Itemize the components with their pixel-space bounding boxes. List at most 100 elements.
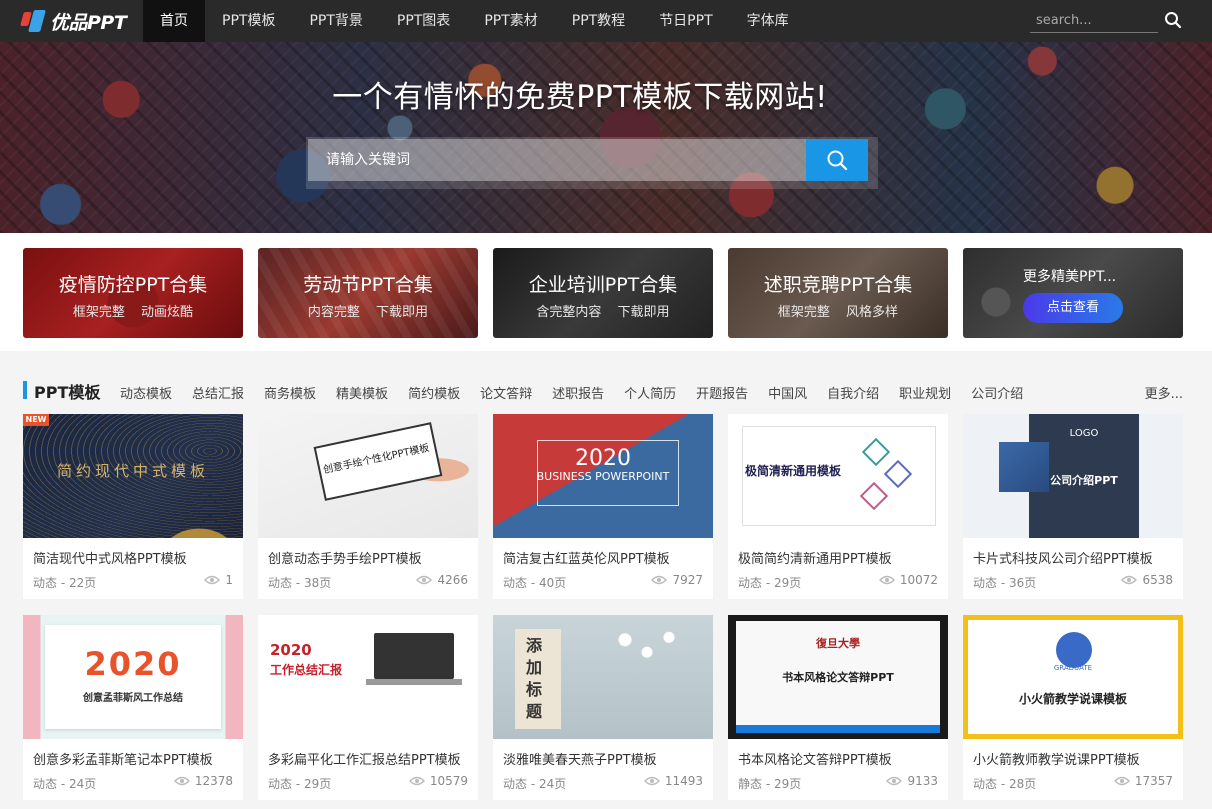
thumbnail-text: 2020 <box>84 645 182 683</box>
category-link[interactable]: 述职报告 <box>552 383 604 402</box>
hero-search-button[interactable] <box>806 139 868 181</box>
template-card[interactable]: 创意手绘个性化PPT模板 创意动态手势手绘PPT模板 动态 - 38页 4266 <box>258 414 478 599</box>
template-card[interactable]: 2020 工作总结汇报 多彩扁平化工作汇报总结PPT模板 动态 - 29页 10… <box>258 615 478 800</box>
feature-card-labor-day[interactable]: 劳动节PPT合集 内容完整 下载即用 <box>258 248 478 338</box>
template-thumbnail[interactable]: 2020 工作总结汇报 <box>258 615 478 739</box>
nav-item-ppt-tutorials[interactable]: PPT教程 <box>555 0 642 42</box>
category-link[interactable]: 开题报告 <box>696 383 748 402</box>
thumbnail-text: 简约现代中式模板 <box>56 462 209 480</box>
thumbnail-text: 书本风格论文答辩PPT <box>782 671 894 684</box>
template-title[interactable]: 创意动态手势手绘PPT模板 <box>268 548 422 567</box>
hero-search-input[interactable] <box>308 139 806 181</box>
template-thumbnail[interactable]: GRADUATE 小火箭教学说课模板 <box>963 615 1183 739</box>
feature-card-more[interactable]: 更多精美PPT... 点击查看 <box>963 248 1183 338</box>
view-count-value: 12378 <box>194 774 233 788</box>
template-title[interactable]: 极简简约清新通用PPT模板 <box>738 548 892 567</box>
nav-item-fonts[interactable]: 字体库 <box>730 0 806 42</box>
more-link[interactable]: 更多... <box>1145 383 1183 402</box>
feature-title: 述职竞聘PPT合集 <box>763 274 913 296</box>
thumbnail-text: 2020 <box>575 446 631 471</box>
template-card[interactable]: GRADUATE 小火箭教学说课模板 小火箭教师教学说课PPT模板 动态 - 2… <box>963 615 1183 800</box>
view-count: 12378 <box>173 774 233 788</box>
template-thumbnail[interactable]: LOGO 公司介绍PPT <box>963 414 1183 538</box>
rocket-badge <box>1056 632 1092 668</box>
template-meta: 动态 - 29页 <box>268 777 332 791</box>
template-title[interactable]: 简洁复古红蓝英伦风PPT模板 <box>503 548 670 567</box>
hero-banner: 一个有情怀的免费PPT模板下载网站! <box>0 42 1212 233</box>
category-link[interactable]: 精美模板 <box>336 383 388 402</box>
category-link[interactable]: 动态模板 <box>120 383 172 402</box>
nav-menu: 首页 PPT模板 PPT背景 PPT图表 PPT素材 PPT教程 节日PPT 字… <box>143 0 806 42</box>
template-meta: 动态 - 22页 <box>33 576 97 590</box>
template-title[interactable]: 多彩扁平化工作汇报总结PPT模板 <box>268 749 461 768</box>
view-count: 4266 <box>416 573 468 587</box>
view-count-value: 10072 <box>899 573 938 587</box>
category-link[interactable]: 职业规划 <box>899 383 951 402</box>
template-title[interactable]: 淡雅唯美春天燕子PPT模板 <box>503 749 657 768</box>
search-icon[interactable] <box>1164 11 1182 29</box>
logo-text: 优品PPT <box>50 11 127 34</box>
view-count: 17357 <box>1113 774 1173 788</box>
view-count-value: 6538 <box>1142 573 1173 587</box>
template-thumbnail[interactable]: 2020 BUSINESS POWERPOINT <box>493 414 713 538</box>
category-link[interactable]: 个人简历 <box>624 383 676 402</box>
feature-subtitle: 内容完整 下载即用 <box>307 305 429 320</box>
category-link[interactable]: 简约模板 <box>408 383 460 402</box>
template-card[interactable]: 2020 BUSINESS POWERPOINT 简洁复古红蓝英伦风PPT模板 … <box>493 414 713 599</box>
feature-card-epidemic[interactable]: 疫情防控PPT合集 框架完整 动画炫酷 <box>23 248 243 338</box>
logo-mark-icon <box>20 8 46 34</box>
category-link[interactable]: 论文答辩 <box>480 383 532 402</box>
nav-search-input[interactable] <box>1030 8 1158 32</box>
category-link[interactable]: 商务模板 <box>264 383 316 402</box>
template-title[interactable]: 简洁现代中式风格PPT模板 <box>33 548 187 567</box>
template-thumbnail[interactable]: 復旦大學 书本风格论文答辩PPT <box>728 615 948 739</box>
thumbnail-text: 小火箭教学说课模板 <box>1018 692 1127 706</box>
top-nav: 优品PPT 首页 PPT模板 PPT背景 PPT图表 PPT素材 PPT教程 节… <box>0 0 1212 42</box>
feature-title: 更多精美PPT... <box>1023 269 1117 285</box>
template-thumbnail[interactable]: 极简清新通用模板 <box>728 414 948 538</box>
template-title[interactable]: 卡片式科技风公司介绍PPT模板 <box>973 548 1153 567</box>
nav-search-box <box>1030 8 1158 33</box>
template-card[interactable]: 2020 创意孟菲斯风工作总结 创意多彩孟菲斯笔记本PPT模板 动态 - 24页… <box>23 615 243 800</box>
nav-item-ppt-charts[interactable]: PPT图表 <box>380 0 467 42</box>
template-meta: 动态 - 40页 <box>503 576 567 590</box>
template-card[interactable]: 添加标题 淡雅唯美春天燕子PPT模板 动态 - 24页 11493 <box>493 615 713 800</box>
feature-card-debriefing[interactable]: 述职竞聘PPT合集 框架完整 风格多样 <box>728 248 948 338</box>
nav-item-home[interactable]: 首页 <box>143 0 205 42</box>
thumbnail-subtext: 创意孟菲斯风工作总结 <box>83 693 183 704</box>
eye-icon <box>204 575 221 585</box>
template-thumbnail[interactable]: 简约现代中式模板 <box>23 414 243 538</box>
template-card[interactable]: 简约现代中式模板 NEW 简洁现代中式风格PPT模板 动态 - 22页 1 <box>23 414 243 599</box>
view-count: 6538 <box>1121 573 1173 587</box>
hero-search-box <box>306 137 878 189</box>
category-link[interactable]: 中国风 <box>768 383 807 402</box>
feature-subtitle: 框架完整 动画炫酷 <box>72 305 194 320</box>
feature-card-training[interactable]: 企业培训PPT合集 含完整内容 下载即用 <box>493 248 713 338</box>
eye-icon <box>1121 575 1138 585</box>
nav-item-ppt-backgrounds[interactable]: PPT背景 <box>292 0 379 42</box>
template-card[interactable]: 极简清新通用模板 极简简约清新通用PPT模板 动态 - 29页 10072 <box>728 414 948 599</box>
template-title[interactable]: 创意多彩孟菲斯笔记本PPT模板 <box>33 749 213 768</box>
view-more-button[interactable]: 点击查看 <box>1023 293 1123 323</box>
category-link[interactable]: 总结汇报 <box>192 383 244 402</box>
category-link[interactable]: 自我介绍 <box>827 383 879 402</box>
category-link[interactable]: 公司介绍 <box>971 383 1023 402</box>
thumbnail-text: 2020 <box>270 641 312 659</box>
template-card[interactable]: LOGO 公司介绍PPT 卡片式科技风公司介绍PPT模板 动态 - 36页 65… <box>963 414 1183 599</box>
template-title[interactable]: 小火箭教师教学说课PPT模板 <box>973 749 1140 768</box>
template-title[interactable]: 书本风格论文答辩PPT模板 <box>738 749 892 768</box>
view-count-value: 17357 <box>1134 774 1173 788</box>
nav-item-holiday-ppt[interactable]: 节日PPT <box>642 0 729 42</box>
template-meta: 动态 - 24页 <box>503 777 567 791</box>
logo[interactable]: 优品PPT <box>0 0 143 42</box>
template-thumbnail[interactable]: 创意手绘个性化PPT模板 <box>258 414 478 538</box>
eye-icon <box>173 776 190 786</box>
template-card[interactable]: 復旦大學 书本风格论文答辩PPT 书本风格论文答辩PPT模板 静态 - 29页 … <box>728 615 948 800</box>
nav-item-ppt-templates[interactable]: PPT模板 <box>205 0 292 42</box>
category-filter: 动态模板 总结汇报 商务模板 精美模板 简约模板 论文答辩 述职报告 个人简历 … <box>120 383 1043 402</box>
template-thumbnail[interactable]: 添加标题 <box>493 615 713 739</box>
template-thumbnail[interactable]: 2020 创意孟菲斯风工作总结 <box>23 615 243 739</box>
nav-item-ppt-materials[interactable]: PPT素材 <box>467 0 554 42</box>
feature-title: 劳动节PPT合集 <box>303 274 433 296</box>
eye-icon <box>878 575 895 585</box>
